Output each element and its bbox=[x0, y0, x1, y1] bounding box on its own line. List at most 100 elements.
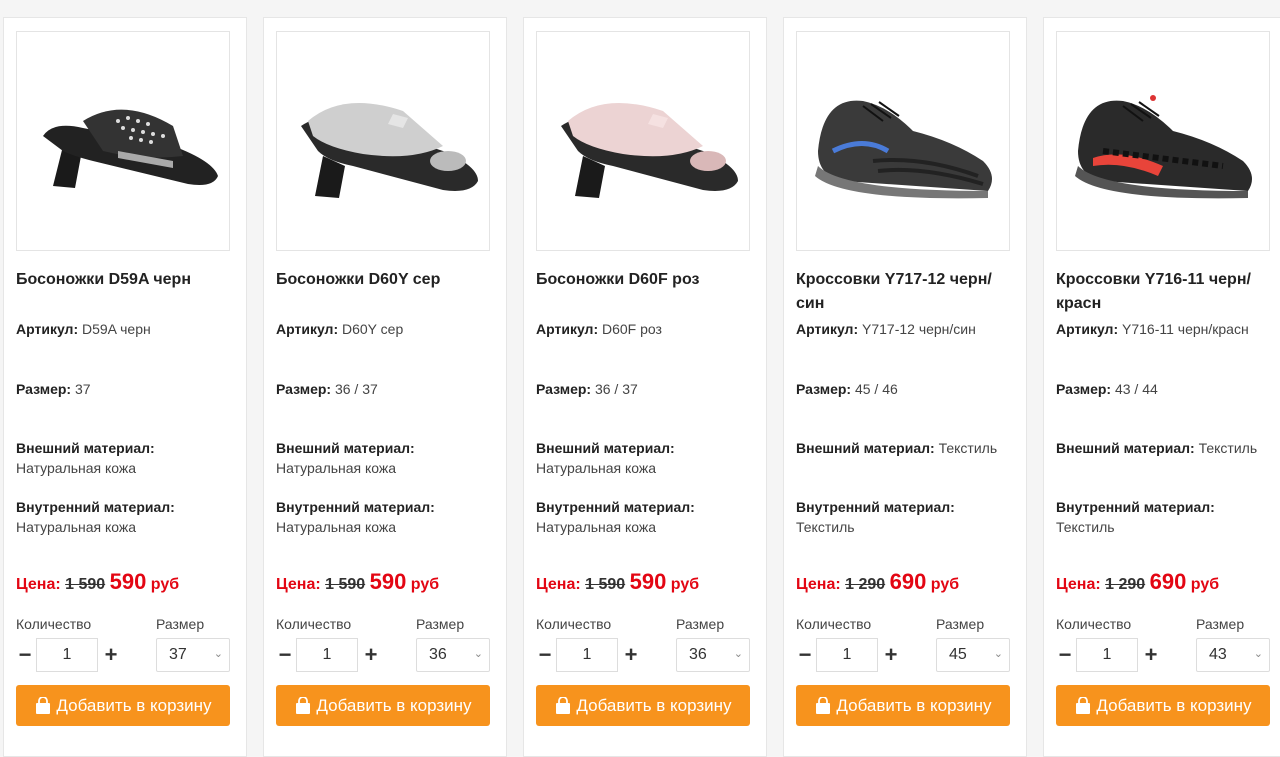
product-card: Босоножки D60Y сер Артикул: D60Y сер Раз… bbox=[263, 17, 507, 757]
product-card: Босоножки D60F роз Артикул: D60F роз Раз… bbox=[523, 17, 767, 757]
chevron-down-icon: ⌄ bbox=[1253, 648, 1263, 660]
article-value: Y717-12 черн/син bbox=[862, 321, 976, 337]
price-label: Цена: bbox=[536, 576, 581, 593]
product-image[interactable] bbox=[536, 31, 750, 251]
size-select-value: 43 bbox=[1209, 646, 1227, 663]
old-price: 1 590 bbox=[325, 576, 366, 593]
plus-button[interactable]: + bbox=[102, 641, 120, 669]
size-select[interactable]: 36 ⌄ bbox=[676, 638, 750, 672]
bag-icon bbox=[556, 696, 571, 714]
product-image[interactable] bbox=[796, 31, 1010, 251]
outer-material-label: Внешний материал: bbox=[276, 440, 415, 456]
new-price: 590 bbox=[109, 569, 147, 594]
minus-button[interactable]: − bbox=[796, 641, 814, 669]
price-row: Цена: 1 590 590 руб bbox=[16, 569, 179, 595]
size-select-label: Размер bbox=[156, 616, 205, 632]
bag-icon bbox=[296, 696, 311, 714]
outer-material-value: Текстиль bbox=[1198, 440, 1258, 456]
size-label: Размер: bbox=[276, 381, 332, 397]
quantity-input[interactable] bbox=[1076, 638, 1138, 672]
add-to-cart-button[interactable]: Добавить в корзину bbox=[276, 685, 490, 726]
size-select[interactable]: 37 ⌄ bbox=[156, 638, 230, 672]
pink-sandal-image bbox=[561, 103, 738, 198]
size-value: 43 / 44 bbox=[1114, 381, 1158, 397]
size-row: Размер: 37 bbox=[16, 379, 244, 399]
add-to-cart-button[interactable]: Добавить в корзину bbox=[536, 685, 750, 726]
size-row: Размер: 36 / 37 bbox=[536, 379, 764, 399]
article-value: D60Y сер bbox=[342, 321, 404, 337]
size-value: 37 bbox=[74, 381, 91, 397]
size-row: Размер: 43 / 44 bbox=[1056, 379, 1280, 399]
article-label: Артикул: bbox=[276, 321, 339, 337]
outer-material-label: Внешний материал: bbox=[16, 440, 155, 456]
size-label: Размер: bbox=[16, 381, 72, 397]
product-title[interactable]: Босоножки D60F роз bbox=[536, 268, 758, 292]
product-image[interactable] bbox=[16, 31, 230, 251]
silver-sandal-image bbox=[301, 103, 478, 198]
inner-material-label: Внутренний материал: bbox=[536, 499, 695, 515]
quantity-input[interactable] bbox=[816, 638, 878, 672]
outer-material-label: Внешний материал: bbox=[1056, 440, 1195, 456]
product-title[interactable]: Кроссовки Y717-12 черн/син bbox=[796, 268, 1018, 316]
quantity-input[interactable] bbox=[296, 638, 358, 672]
size-row: Размер: 36 / 37 bbox=[276, 379, 504, 399]
article-row: Артикул: D60Y сер bbox=[276, 319, 504, 339]
outer-material-row: Внешний материал: Текстиль bbox=[1056, 438, 1280, 458]
size-select-value: 37 bbox=[169, 646, 187, 663]
chevron-down-icon: ⌄ bbox=[733, 648, 743, 660]
quantity-label: Количество bbox=[16, 616, 92, 632]
quantity-label: Количество bbox=[1056, 616, 1132, 632]
price-label: Цена: bbox=[796, 576, 841, 593]
size-value: 36 / 37 bbox=[594, 381, 638, 397]
product-title[interactable]: Кроссовки Y716-11 черн/красн bbox=[1056, 268, 1278, 316]
black-sandal-image bbox=[43, 109, 218, 188]
minus-button[interactable]: − bbox=[276, 641, 294, 669]
inner-material-label: Внутренний материал: bbox=[16, 499, 175, 515]
add-to-cart-button[interactable]: Добавить в корзину bbox=[16, 685, 230, 726]
size-select-label: Размер bbox=[416, 616, 465, 632]
quantity-stepper: − + bbox=[276, 638, 378, 672]
minus-button[interactable]: − bbox=[536, 641, 554, 669]
add-to-cart-label: Добавить в корзину bbox=[56, 695, 212, 715]
inner-material-row: Внутренний материал: Натуральная кожа bbox=[536, 497, 764, 537]
quantity-input[interactable] bbox=[36, 638, 98, 672]
old-price: 1 590 bbox=[585, 576, 626, 593]
outer-material-label: Внешний материал: bbox=[796, 440, 935, 456]
product-title[interactable]: Босоножки D59A черн bbox=[16, 268, 238, 292]
price-label: Цена: bbox=[1056, 576, 1101, 593]
plus-button[interactable]: + bbox=[622, 641, 640, 669]
outer-material-value: Текстиль bbox=[938, 440, 998, 456]
quantity-label: Количество bbox=[796, 616, 872, 632]
product-image[interactable] bbox=[276, 31, 490, 251]
size-select[interactable]: 45 ⌄ bbox=[936, 638, 1010, 672]
size-label: Размер: bbox=[1056, 381, 1112, 397]
size-select-label: Размер bbox=[936, 616, 985, 632]
size-select[interactable]: 43 ⌄ bbox=[1196, 638, 1270, 672]
size-select[interactable]: 36 ⌄ bbox=[416, 638, 490, 672]
article-row: Артикул: D59A черн bbox=[16, 319, 244, 339]
currency: руб bbox=[150, 576, 180, 593]
article-row: Артикул: D60F роз bbox=[536, 319, 764, 339]
quantity-stepper: − + bbox=[1056, 638, 1158, 672]
product-card: Кроссовки Y716-11 черн/красн Артикул: Y7… bbox=[1043, 17, 1280, 757]
product-title[interactable]: Босоножки D60Y сер bbox=[276, 268, 498, 292]
minus-button[interactable]: − bbox=[1056, 641, 1074, 669]
inner-material-row: Внутренний материал: Текстиль bbox=[1056, 497, 1280, 537]
plus-button[interactable]: + bbox=[362, 641, 380, 669]
currency: руб bbox=[930, 576, 960, 593]
add-to-cart-button[interactable]: Добавить в корзину bbox=[1056, 685, 1270, 726]
plus-button[interactable]: + bbox=[882, 641, 900, 669]
article-label: Артикул: bbox=[1056, 321, 1119, 337]
size-select-label: Размер bbox=[1196, 616, 1245, 632]
currency: руб bbox=[410, 576, 440, 593]
size-label: Размер: bbox=[536, 381, 592, 397]
inner-material-row: Внутренний материал: Натуральная кожа bbox=[276, 497, 504, 537]
outer-material-value: Натуральная кожа bbox=[16, 460, 137, 476]
product-image[interactable] bbox=[1056, 31, 1270, 251]
add-to-cart-button[interactable]: Добавить в корзину bbox=[796, 685, 1010, 726]
minus-button[interactable]: − bbox=[16, 641, 34, 669]
new-price: 690 bbox=[1149, 569, 1187, 594]
plus-button[interactable]: + bbox=[1142, 641, 1160, 669]
outer-material-row: Внешний материал: Текстиль bbox=[796, 438, 1024, 458]
quantity-input[interactable] bbox=[556, 638, 618, 672]
